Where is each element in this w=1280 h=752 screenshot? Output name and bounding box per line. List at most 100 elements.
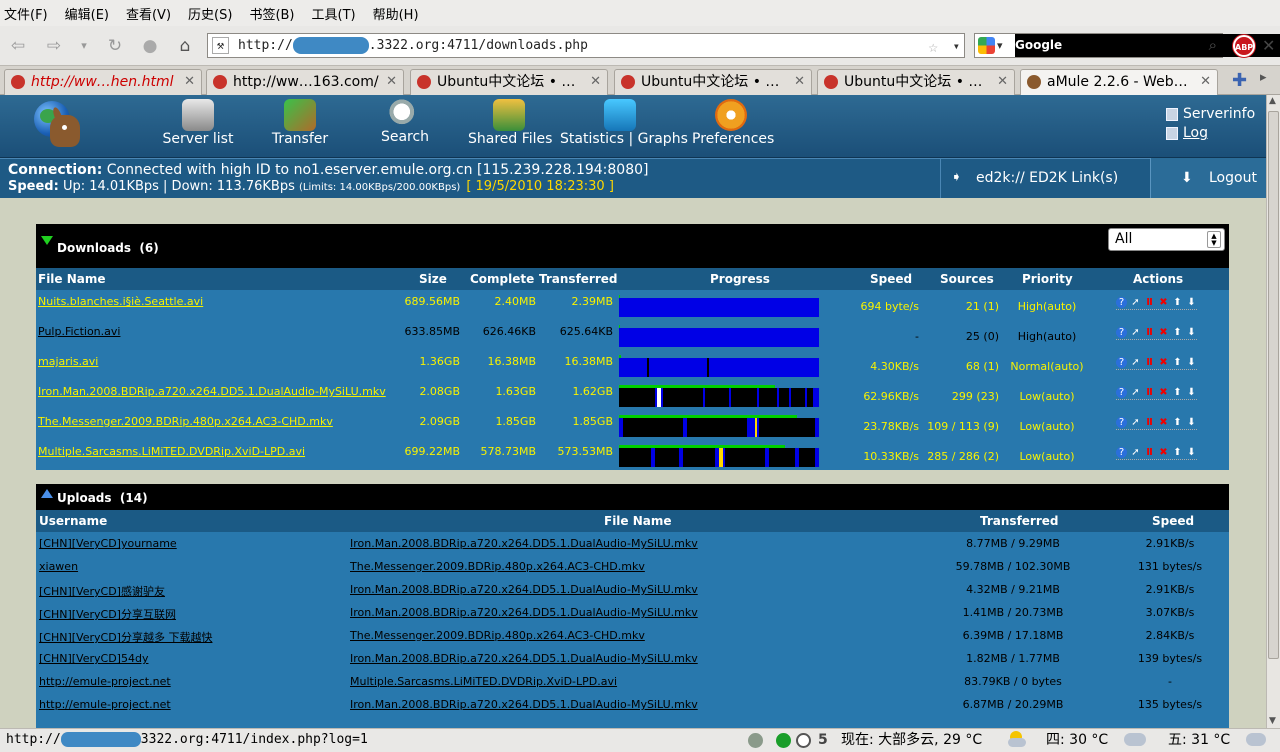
priority-up-icon[interactable]: ⬆ bbox=[1172, 357, 1183, 368]
priority-up-icon[interactable]: ⬆ bbox=[1172, 327, 1183, 338]
col-speed[interactable]: Speed bbox=[870, 272, 912, 286]
tab-5-active[interactable]: aMule 2.2.6 - Web… ✕ bbox=[1020, 69, 1218, 95]
tab-3[interactable]: Ubuntu中文论坛 • … ✕ bbox=[614, 69, 812, 95]
col-upload-speed[interactable]: Speed bbox=[1152, 514, 1194, 528]
download-file-name[interactable]: Iron.Man.2008.BDRip.a720.x264.DD5.1.Dual… bbox=[38, 385, 386, 398]
google-engine-icon[interactable] bbox=[978, 37, 995, 54]
go-icon[interactable]: ➚ bbox=[1130, 327, 1141, 338]
upload-file-name[interactable]: Multiple.Sarcasms.LiMiTED.DVDRip.XviD-LP… bbox=[350, 675, 617, 688]
priority-down-icon[interactable]: ⬇ bbox=[1186, 387, 1197, 398]
upload-username[interactable]: [CHN][VeryCD]分享越多 下载越快 bbox=[39, 629, 212, 645]
cancel-icon[interactable]: ✖ bbox=[1158, 327, 1169, 338]
col-progress[interactable]: Progress bbox=[710, 272, 770, 286]
menu-tools[interactable]: 工具(T) bbox=[312, 4, 356, 23]
menu-view[interactable]: 查看(V) bbox=[126, 4, 171, 23]
upload-username[interactable]: [CHN][VeryCD]感谢驴友 bbox=[39, 583, 165, 599]
cancel-icon[interactable]: ✖ bbox=[1158, 297, 1169, 308]
tab-1[interactable]: http://ww…163.com/ ✕ bbox=[206, 69, 404, 95]
download-file-name[interactable]: The.Messenger.2009.BDRip.480p.x264.AC3-C… bbox=[38, 415, 333, 428]
logout-button[interactable]: ⬇ Logout bbox=[1150, 158, 1266, 198]
statistics-label[interactable]: Statistics bbox=[560, 131, 624, 147]
tab-close-icon[interactable]: ✕ bbox=[997, 70, 1008, 94]
pause-icon[interactable]: Ⅱ bbox=[1144, 357, 1155, 368]
reload-icon[interactable]: ↻ bbox=[103, 34, 127, 58]
back-icon[interactable]: ⇦ bbox=[6, 34, 30, 58]
cancel-icon[interactable]: ✖ bbox=[1158, 447, 1169, 458]
col-sources[interactable]: Sources bbox=[940, 272, 994, 286]
info-icon[interactable]: ? bbox=[1116, 327, 1127, 338]
upload-file-name[interactable]: The.Messenger.2009.BDRip.480p.x264.AC3-C… bbox=[350, 629, 645, 642]
pause-icon[interactable]: Ⅱ bbox=[1144, 327, 1155, 338]
nav-transfer[interactable]: Transfer bbox=[268, 95, 332, 158]
pause-icon[interactable]: Ⅱ bbox=[1144, 297, 1155, 308]
upload-file-name[interactable]: The.Messenger.2009.BDRip.480p.x264.AC3-C… bbox=[350, 560, 645, 573]
upload-username[interactable]: [CHN][VeryCD]54dy bbox=[39, 652, 148, 665]
upload-file-name[interactable]: Iron.Man.2008.BDRip.a720.x264.DD5.1.Dual… bbox=[350, 583, 698, 596]
url-dropdown-icon[interactable]: ▾ bbox=[953, 35, 960, 58]
upload-file-name[interactable]: Iron.Man.2008.BDRip.a720.x264.DD5.1.Dual… bbox=[350, 698, 698, 711]
priority-down-icon[interactable]: ⬇ bbox=[1186, 357, 1197, 368]
ed2k-link-button[interactable]: ➧ ed2k:// ED2K Link(s) bbox=[940, 158, 1150, 198]
toolbar-close-icon[interactable]: ✕ bbox=[1262, 36, 1275, 55]
upload-username[interactable]: xiawen bbox=[39, 560, 78, 573]
upload-file-name[interactable]: Iron.Man.2008.BDRip.a720.x264.DD5.1.Dual… bbox=[350, 606, 698, 619]
stop-icon[interactable]: ● bbox=[138, 34, 162, 58]
info-icon[interactable]: ? bbox=[1116, 417, 1127, 428]
cancel-icon[interactable]: ✖ bbox=[1158, 387, 1169, 398]
url-bar[interactable]: ⚒ http://.3322.org:4711/downloads.php ☆ … bbox=[207, 33, 965, 58]
scrollbar-thumb[interactable] bbox=[1268, 111, 1279, 659]
amule-logo-icon[interactable] bbox=[30, 99, 84, 151]
col-upload-file-name[interactable]: File Name bbox=[604, 514, 672, 528]
go-icon[interactable]: ➚ bbox=[1130, 357, 1141, 368]
nav-shared-files[interactable]: Shared Files bbox=[468, 95, 552, 158]
upload-username[interactable]: [CHN][VeryCD]分享互联网 bbox=[39, 606, 176, 622]
tab-close-icon[interactable]: ✕ bbox=[590, 70, 601, 94]
tab-close-icon[interactable]: ✕ bbox=[794, 70, 805, 94]
adblock-plus-icon[interactable]: ABP bbox=[1233, 35, 1255, 57]
cancel-icon[interactable]: ✖ bbox=[1158, 357, 1169, 368]
pause-icon[interactable]: Ⅱ bbox=[1144, 387, 1155, 398]
tab-4[interactable]: Ubuntu中文论坛 • … ✕ bbox=[817, 69, 1015, 95]
new-tab-icon[interactable]: ✚ bbox=[1232, 70, 1247, 91]
weather-now[interactable]: 现在: 大部多云, 29 °C bbox=[841, 729, 982, 751]
download-file-name[interactable]: majaris.avi bbox=[38, 355, 98, 368]
weather-friday[interactable]: 五: 31 °C bbox=[1168, 729, 1230, 751]
addon-status-icon[interactable] bbox=[748, 733, 763, 748]
scroll-down-icon[interactable]: ▼ bbox=[1269, 716, 1276, 726]
upload-username[interactable]: http://emule-project.net bbox=[39, 698, 171, 711]
go-icon[interactable]: ➚ bbox=[1130, 387, 1141, 398]
go-icon[interactable]: ➚ bbox=[1130, 447, 1141, 458]
go-icon[interactable]: ➚ bbox=[1130, 417, 1141, 428]
priority-up-icon[interactable]: ⬆ bbox=[1172, 447, 1183, 458]
col-file-name[interactable]: File Name bbox=[38, 272, 106, 286]
search-magnifier-icon[interactable]: ⌕ bbox=[1209, 34, 1217, 57]
tab-close-icon[interactable]: ✕ bbox=[1200, 70, 1211, 94]
menu-help[interactable]: 帮助(H) bbox=[373, 4, 419, 23]
clock-icon[interactable] bbox=[796, 733, 811, 748]
nav-statistics[interactable]: Statistics | Graphs bbox=[560, 95, 688, 158]
download-file-name[interactable]: Nuits.blanches.i§iè.Seattle.avi bbox=[38, 295, 203, 308]
upload-file-name[interactable]: Iron.Man.2008.BDRip.a720.x264.DD5.1.Dual… bbox=[350, 537, 698, 550]
priority-down-icon[interactable]: ⬇ bbox=[1186, 417, 1197, 428]
info-icon[interactable]: ? bbox=[1116, 387, 1127, 398]
bookmark-star-icon[interactable]: ☆ bbox=[928, 35, 938, 58]
nav-server-list[interactable]: Server list bbox=[160, 95, 236, 158]
col-complete[interactable]: Complete bbox=[470, 272, 534, 286]
pause-icon[interactable]: Ⅱ bbox=[1144, 417, 1155, 428]
home-icon[interactable]: ⌂ bbox=[173, 34, 197, 58]
engine-dropdown-icon[interactable]: ▾ bbox=[997, 34, 1003, 57]
priority-up-icon[interactable]: ⬆ bbox=[1172, 297, 1183, 308]
scroll-up-icon[interactable]: ▲ bbox=[1269, 96, 1276, 106]
menu-edit[interactable]: 编辑(E) bbox=[65, 4, 109, 23]
pause-icon[interactable]: Ⅱ bbox=[1144, 447, 1155, 458]
info-icon[interactable]: ? bbox=[1116, 447, 1127, 458]
col-transferred[interactable]: Transferred bbox=[539, 272, 618, 286]
col-username[interactable]: Username bbox=[39, 514, 107, 528]
tab-0[interactable]: http://ww…hen.html ✕ bbox=[4, 69, 202, 95]
forward-icon[interactable]: ⇨ bbox=[42, 34, 66, 58]
tab-2[interactable]: Ubuntu中文论坛 • … ✕ bbox=[410, 69, 608, 95]
menu-history[interactable]: 历史(S) bbox=[188, 4, 232, 23]
download-file-name[interactable]: Pulp.Fiction.avi bbox=[38, 325, 120, 338]
col-priority[interactable]: Priority bbox=[1022, 272, 1073, 286]
nav-search[interactable]: Search bbox=[378, 95, 432, 158]
